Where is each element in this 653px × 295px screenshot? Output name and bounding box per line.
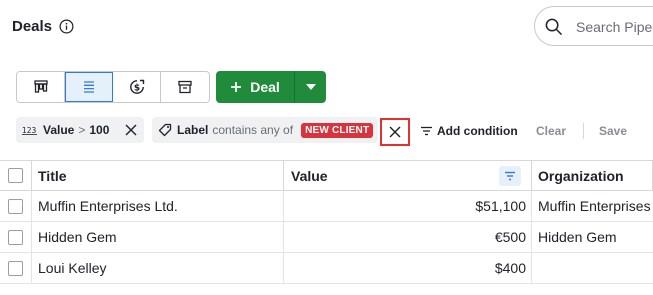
add-deal-label: Deal	[250, 79, 280, 95]
cell-organization[interactable]: Muffin Enterprises Ltd.	[532, 191, 653, 221]
close-icon[interactable]	[124, 123, 138, 137]
filter-operator: contains any of	[212, 123, 294, 137]
row-checkbox[interactable]	[8, 260, 23, 276]
label-tag-new-client: NEW CLIENT	[301, 122, 374, 138]
pipeline-view-button[interactable]	[17, 72, 65, 102]
cell-title[interactable]: Hidden Gem	[32, 222, 284, 252]
save-button[interactable]: Save	[599, 124, 627, 138]
cell-organization[interactable]: Hidden Gem	[532, 222, 653, 252]
tag-icon	[158, 123, 172, 137]
svg-text:123: 123	[22, 126, 37, 135]
forecast-view-button[interactable]: $	[113, 72, 161, 102]
forecast-icon: $	[129, 79, 144, 94]
cell-organization[interactable]	[532, 253, 653, 283]
filter-field: Value	[43, 123, 75, 137]
filter-field: Label	[177, 123, 209, 137]
add-deal-dropdown-button[interactable]	[294, 71, 326, 103]
info-icon[interactable]	[59, 19, 74, 34]
add-condition-button[interactable]: Add condition	[420, 124, 518, 138]
number-icon: 123	[22, 125, 38, 135]
search-placeholder: Search Pipedrive	[576, 19, 653, 35]
search-icon	[545, 18, 562, 35]
cell-value[interactable]: $400	[284, 253, 532, 283]
filter-chip-value[interactable]: 123 Value > 100	[16, 117, 144, 143]
close-icon	[389, 126, 401, 138]
list-icon	[83, 81, 94, 93]
cell-value[interactable]: $51,100	[284, 191, 532, 221]
table-row[interactable]: Muffin Enterprises Ltd. $51,100 Muffin E…	[0, 191, 653, 222]
column-header-title[interactable]: Title	[32, 161, 284, 190]
archive-icon	[178, 80, 192, 94]
remove-filter-button[interactable]	[380, 118, 410, 146]
sort-button[interactable]	[499, 166, 521, 186]
column-header-label: Value	[291, 167, 328, 184]
search-input[interactable]: Search Pipedrive	[534, 6, 653, 46]
filter-value: 100	[89, 123, 110, 137]
add-condition-label: Add condition	[437, 124, 518, 138]
filter-bar: 123 Value > 100 Label contains any of NE…	[0, 117, 653, 146]
filter-operator: >	[78, 123, 86, 137]
plus-icon	[231, 82, 242, 92]
caret-down-icon	[305, 84, 316, 90]
view-switcher: $	[16, 71, 210, 103]
column-header-value[interactable]: Value	[284, 161, 532, 190]
row-select-cell	[0, 191, 32, 221]
deals-table: Title Value Organization Muffin Enterpri…	[0, 160, 653, 284]
add-deal-button[interactable]: Deal	[216, 71, 294, 103]
table-row[interactable]: Hidden Gem €500 Hidden Gem	[0, 222, 653, 253]
filter-chip-label[interactable]: Label contains any of NEW CLIENT	[152, 117, 378, 143]
row-checkbox[interactable]	[8, 198, 23, 214]
svg-text:$: $	[133, 84, 139, 94]
page-title: Deals	[12, 18, 53, 35]
add-deal-group: Deal	[216, 71, 326, 103]
list-view-button[interactable]	[65, 72, 113, 102]
clear-button[interactable]: Clear	[536, 124, 566, 138]
sort-icon	[505, 171, 515, 181]
cell-title[interactable]: Muffin Enterprises Ltd.	[32, 191, 284, 221]
row-select-cell	[0, 222, 32, 252]
column-header-organization[interactable]: Organization	[532, 161, 653, 190]
table-header: Title Value Organization	[0, 160, 653, 191]
kanban-icon	[33, 80, 48, 93]
divider	[583, 123, 584, 139]
select-all-checkbox[interactable]	[8, 168, 23, 183]
select-all-cell	[0, 161, 32, 190]
archive-view-button[interactable]	[161, 72, 209, 102]
row-checkbox[interactable]	[8, 229, 23, 245]
cell-value[interactable]: €500	[284, 222, 532, 252]
table-row[interactable]: Loui Kelley $400	[0, 253, 653, 284]
row-select-cell	[0, 253, 32, 283]
top-bar: Deals Search Pipedrive	[0, 0, 653, 56]
cell-title[interactable]: Loui Kelley	[32, 253, 284, 283]
filter-icon	[421, 126, 432, 136]
